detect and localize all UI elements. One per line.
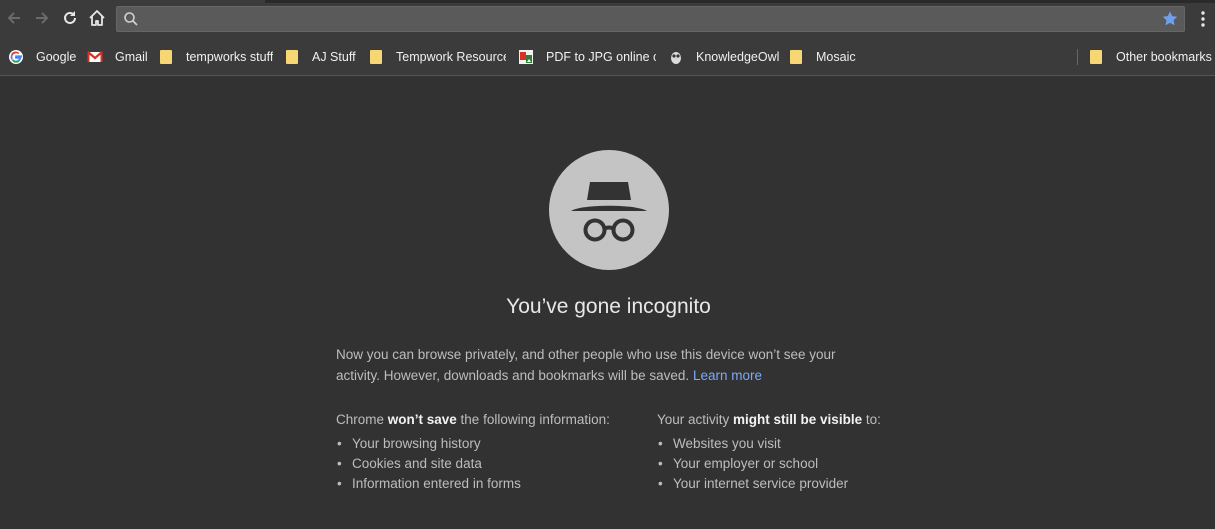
bookmarks-separator [1077,49,1078,65]
owl-icon [668,49,684,65]
bookmark-label: Google [36,50,77,64]
bookmark-label: PDF to JPG online co [546,50,656,64]
bookmark-folder-tempwork-resources[interactable]: Tempwork Resources [368,48,506,66]
forward-arrow-icon [36,12,49,24]
folder-icon [1088,49,1104,65]
wont-save-section: Chrome won’t save the following informat… [336,410,636,494]
bookmark-label: Tempwork Resources [396,50,506,64]
bookmark-label: tempworks stuff [186,50,274,64]
list-item: Your internet service provider [657,474,957,494]
bookmark-label: Mosaic [816,50,856,64]
wont-save-heading: Chrome won’t save the following informat… [336,412,610,427]
folder-icon [284,49,300,65]
bookmark-star-icon[interactable] [1161,10,1179,28]
active-tab[interactable] [0,0,265,3]
folder-icon [788,49,804,65]
chrome-menu-icon[interactable] [1195,9,1211,29]
list-item: Your browsing history [336,434,636,454]
bookmark-knowledgeowl[interactable]: KnowledgeOwl [668,48,779,66]
google-icon [8,49,24,65]
learn-more-link[interactable]: Learn more [693,368,762,383]
bookmark-label: AJ Stuff [312,50,356,64]
still-visible-heading: Your activity might still be visible to: [657,412,881,427]
bookmarks-bar: Google Gmail tempworks stuff AJ Stuff Te… [0,38,1215,76]
back-arrow-icon [7,12,20,24]
list-item: Websites you visit [657,434,957,454]
page-title: You’ve gone incognito [506,295,711,318]
list-item: Cookies and site data [336,454,636,474]
bookmark-label: KnowledgeOwl [696,50,780,64]
back-button[interactable] [4,8,24,28]
pdf-to-jpg-icon [518,49,534,65]
search-icon [124,12,138,26]
incognito-intro: Now you can browse privately, and other … [336,345,881,386]
folder-icon [368,49,384,65]
bookmark-gmail[interactable]: Gmail [87,48,148,66]
incognito-page: You’ve gone incognito Now you can browse… [0,77,1215,529]
list-item: Information entered in forms [336,474,636,494]
wont-save-list: Your browsing history Cookies and site d… [336,434,636,494]
address-input[interactable] [143,9,1153,29]
tab-strip [0,0,1215,3]
folder-icon [158,49,174,65]
incognito-icon [549,150,669,270]
bookmark-label: Gmail [115,50,148,64]
list-item: Your employer or school [657,454,957,474]
bookmark-folder-aj-stuff[interactable]: AJ Stuff [284,48,356,66]
omnibox[interactable] [116,6,1185,32]
reload-icon [64,11,76,24]
home-icon [89,10,105,26]
other-bookmarks-label: Other bookmarks [1116,50,1212,64]
browser-toolbar [0,0,1215,38]
bookmark-google[interactable]: Google [8,48,76,66]
still-visible-section: Your activity might still be visible to:… [657,410,957,494]
bookmark-folder-mosaic[interactable]: Mosaic [788,48,856,66]
bookmark-pdf-to-jpg[interactable]: PDF to JPG online co [518,48,656,66]
forward-button[interactable] [32,8,52,28]
home-button[interactable] [87,8,107,28]
reload-button[interactable] [60,8,80,28]
bookmark-folder-tempworks-stuff[interactable]: tempworks stuff [158,48,273,66]
gmail-icon [87,49,103,65]
other-bookmarks-folder[interactable]: Other bookmarks [1088,48,1212,66]
still-visible-list: Websites you visit Your employer or scho… [657,434,957,494]
